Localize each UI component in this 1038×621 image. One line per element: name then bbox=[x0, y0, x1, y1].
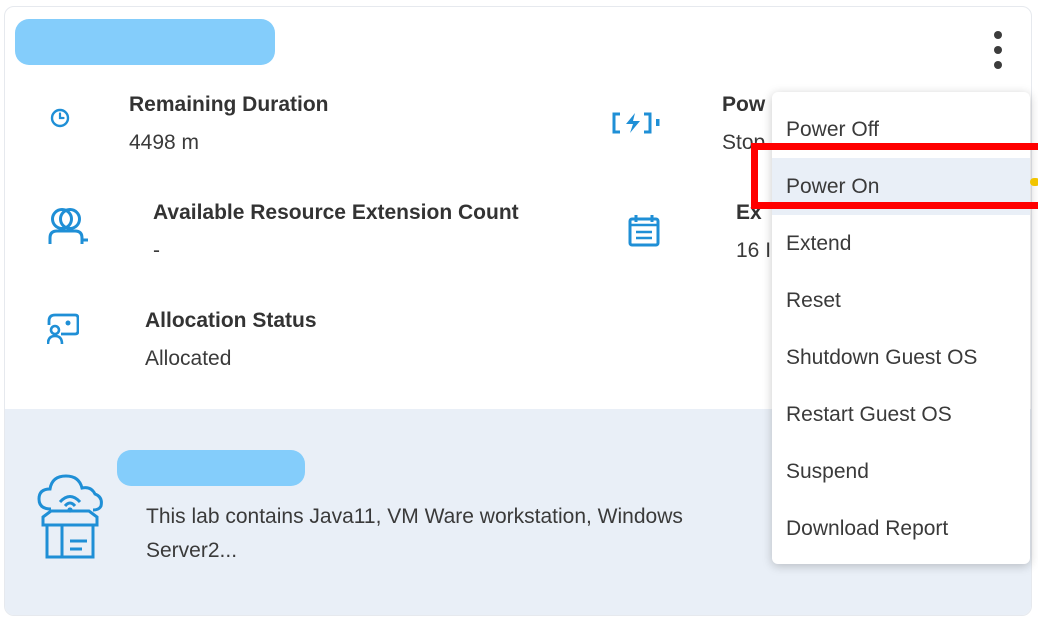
extension-count-value: - bbox=[153, 239, 160, 262]
extension-count-label: Available Resource Extension Count bbox=[153, 201, 519, 224]
menu-item-download-report[interactable]: Download Report bbox=[772, 500, 1030, 557]
redacted-title bbox=[15, 19, 275, 65]
menu-item-shutdown-guest-os[interactable]: Shutdown Guest OS bbox=[772, 329, 1030, 386]
actions-menu: Power Off Power On Extend Reset Shutdown… bbox=[772, 92, 1030, 564]
power-status-value: Stop bbox=[722, 131, 766, 154]
expiry-value: 16 I bbox=[736, 239, 772, 262]
redacted-lab-name bbox=[117, 450, 305, 486]
allocation-status-label: Allocation Status bbox=[145, 309, 317, 332]
remaining-duration-label: Remaining Duration bbox=[129, 93, 329, 116]
more-options-icon[interactable] bbox=[989, 31, 1007, 75]
remaining-duration-value: 4498 m bbox=[129, 131, 200, 154]
clock-icon bbox=[50, 108, 70, 128]
expiry-label: Ex bbox=[736, 201, 762, 224]
lab-description: This lab contains Java11, VM Ware workst… bbox=[146, 505, 683, 562]
power-status-label: Pow bbox=[722, 93, 766, 116]
menu-item-reset[interactable]: Reset bbox=[772, 272, 1030, 329]
cursor-marker bbox=[1030, 178, 1038, 186]
menu-item-restart-guest-os[interactable]: Restart Guest OS bbox=[772, 386, 1030, 443]
menu-item-power-on[interactable]: Power On bbox=[772, 158, 1030, 215]
allocation-status-value: Allocated bbox=[145, 347, 232, 370]
menu-item-suspend[interactable]: Suspend bbox=[772, 443, 1030, 500]
menu-item-power-off[interactable]: Power Off bbox=[772, 101, 1030, 158]
users-icon bbox=[48, 208, 88, 244]
menu-item-extend[interactable]: Extend bbox=[772, 215, 1030, 272]
power-status-icon bbox=[612, 112, 660, 134]
allocation-icon bbox=[47, 313, 79, 345]
calendar-icon bbox=[628, 215, 660, 247]
cloud-box-icon bbox=[37, 474, 103, 559]
